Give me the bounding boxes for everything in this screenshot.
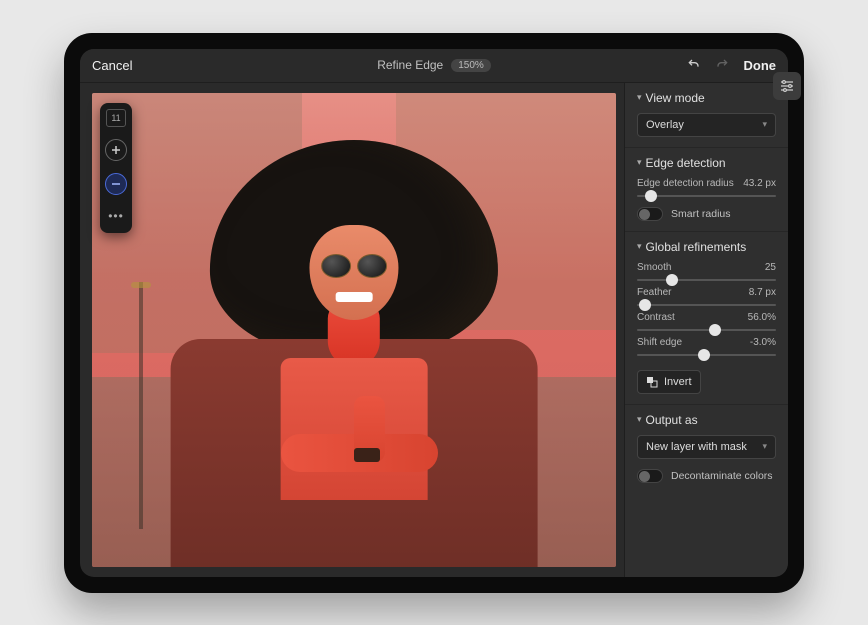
- redo-icon[interactable]: [714, 56, 730, 75]
- undo-icon[interactable]: [686, 56, 702, 75]
- view-mode-dropdown[interactable]: Overlay ▾: [637, 113, 776, 137]
- chevron-down-icon: ▾: [762, 119, 767, 130]
- panel-settings-icon[interactable]: [773, 72, 788, 100]
- view-mode-header[interactable]: ▾ View mode: [637, 91, 776, 105]
- tool-palette: 11 •••: [100, 103, 132, 233]
- section-title: View mode: [646, 91, 705, 105]
- chevron-down-icon: ▾: [637, 414, 642, 425]
- cancel-button[interactable]: Cancel: [92, 58, 132, 73]
- slider-thumb[interactable]: [666, 274, 678, 286]
- slider-thumb[interactable]: [639, 299, 651, 311]
- slider-thumb[interactable]: [645, 190, 657, 202]
- global-refinements-section: ▾ Global refinements Smooth 25: [625, 232, 788, 405]
- smooth-slider[interactable]: [637, 279, 776, 281]
- param-value: 56.0%: [748, 312, 776, 323]
- param-value: 43.2 px: [743, 178, 776, 189]
- smart-radius-row: Smart radius: [637, 207, 776, 221]
- section-title: Edge detection: [646, 156, 726, 170]
- invert-label: Invert: [664, 376, 692, 388]
- output-selected: New layer with mask: [646, 441, 747, 453]
- brush-size-indicator[interactable]: 11: [106, 109, 126, 127]
- decontaminate-label: Decontaminate colors: [671, 470, 773, 482]
- param-value: 25: [765, 262, 776, 273]
- global-refinements-header[interactable]: ▾ Global refinements: [637, 240, 776, 254]
- edge-detection-section: ▾ Edge detection Edge detection radius 4…: [625, 148, 788, 232]
- zoom-level-pill[interactable]: 150%: [451, 59, 491, 72]
- done-button[interactable]: Done: [744, 58, 777, 73]
- invert-icon: [646, 376, 658, 388]
- section-title: Output as: [646, 413, 698, 427]
- output-dropdown[interactable]: New layer with mask ▾: [637, 435, 776, 459]
- decontaminate-row: Decontaminate colors: [637, 469, 776, 483]
- section-title: Global refinements: [646, 240, 747, 254]
- param-label: Smooth: [637, 262, 671, 273]
- smart-radius-label: Smart radius: [671, 208, 731, 220]
- add-to-selection-tool[interactable]: [105, 139, 127, 161]
- output-header[interactable]: ▾ Output as: [637, 413, 776, 427]
- param-label: Shift edge: [637, 337, 682, 348]
- canvas-area: 11 •••: [80, 83, 624, 577]
- edge-radius-param: Edge detection radius 43.2 px: [637, 178, 776, 197]
- more-tools-icon[interactable]: •••: [108, 207, 124, 227]
- param-label: Contrast: [637, 312, 675, 323]
- shift-edge-param: Shift edge -3.0%: [637, 337, 776, 356]
- param-value: 8.7 px: [749, 287, 776, 298]
- main-area: 11 ••• ▾ View mode: [80, 83, 788, 577]
- decontaminate-toggle[interactable]: [637, 469, 663, 483]
- contrast-param: Contrast 56.0%: [637, 312, 776, 331]
- param-label: Feather: [637, 287, 671, 298]
- chevron-down-icon: ▾: [762, 441, 767, 452]
- page-title: Refine Edge: [377, 58, 443, 72]
- chevron-down-icon: ▾: [637, 241, 642, 252]
- invert-button[interactable]: Invert: [637, 370, 701, 394]
- toggle-knob: [639, 209, 650, 220]
- toggle-knob: [639, 471, 650, 482]
- smart-radius-toggle[interactable]: [637, 207, 663, 221]
- view-mode-selected: Overlay: [646, 119, 684, 131]
- slider-thumb[interactable]: [709, 324, 721, 336]
- feather-slider[interactable]: [637, 304, 776, 306]
- contrast-slider[interactable]: [637, 329, 776, 331]
- view-mode-section: ▾ View mode Overlay ▾: [625, 83, 788, 148]
- app-screen: Cancel Refine Edge 150% Done: [80, 49, 788, 577]
- chevron-down-icon: ▾: [637, 157, 642, 168]
- feather-param: Feather 8.7 px: [637, 287, 776, 306]
- subtract-from-selection-tool[interactable]: [105, 173, 127, 195]
- param-value: -3.0%: [750, 337, 776, 348]
- smooth-param: Smooth 25: [637, 262, 776, 281]
- edge-detection-header[interactable]: ▾ Edge detection: [637, 156, 776, 170]
- slider-thumb[interactable]: [698, 349, 710, 361]
- image-canvas[interactable]: [92, 93, 616, 567]
- top-bar: Cancel Refine Edge 150% Done: [80, 49, 788, 83]
- chevron-down-icon: ▾: [637, 92, 642, 103]
- refine-edge-panel: ▾ View mode Overlay ▾ ▾ Edge detection: [624, 83, 788, 577]
- edge-radius-slider[interactable]: [637, 195, 776, 197]
- tablet-frame: Cancel Refine Edge 150% Done: [64, 33, 804, 593]
- output-section: ▾ Output as New layer with mask ▾ Decont…: [625, 405, 788, 493]
- shift-edge-slider[interactable]: [637, 354, 776, 356]
- param-label: Edge detection radius: [637, 178, 734, 189]
